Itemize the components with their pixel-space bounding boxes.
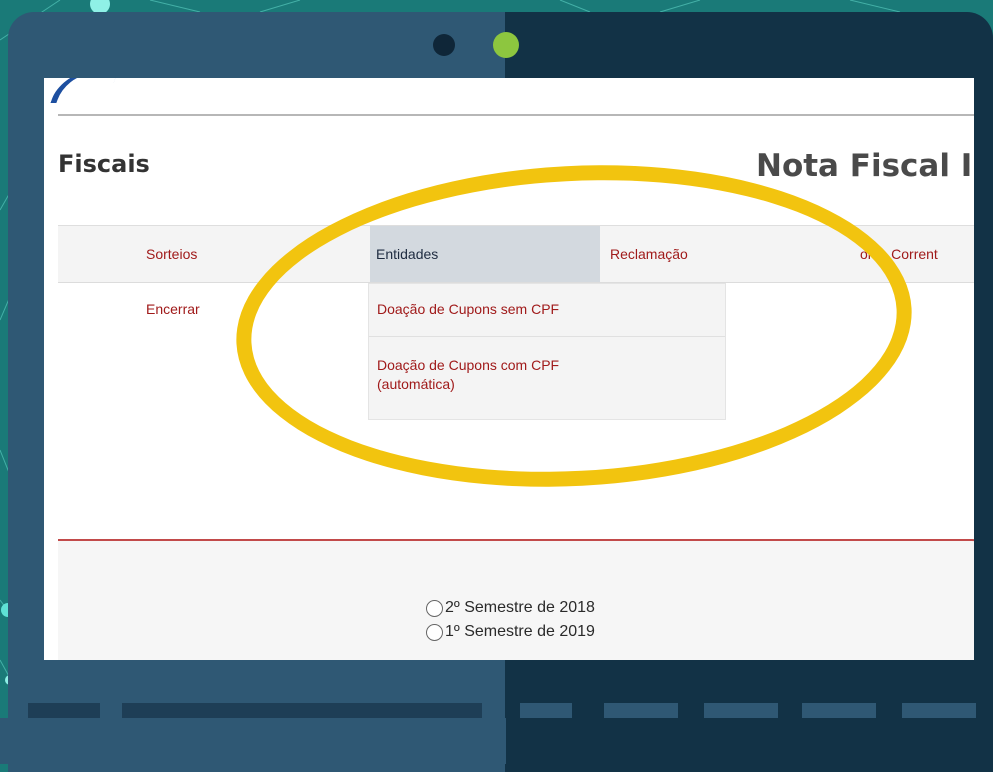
section-title: Fiscais xyxy=(58,150,150,178)
keyboard-key xyxy=(122,703,482,718)
semester-option-row[interactable]: 2º Semestre de 2018 xyxy=(426,599,595,617)
camera-dot xyxy=(433,34,455,56)
semester-selection-panel: 2º Semestre de 2018 1º Semestre de 2019 xyxy=(58,539,974,660)
nav-item-encerrar[interactable]: Encerrar xyxy=(146,283,200,335)
keyboard-key xyxy=(28,703,100,718)
laptop-base xyxy=(0,718,993,764)
semester-option-label: 1º Semestre de 2019 xyxy=(445,623,595,640)
radio-button[interactable] xyxy=(426,599,443,617)
status-light xyxy=(493,32,519,58)
keyboard-key xyxy=(704,703,778,718)
header-divider xyxy=(58,114,974,116)
radio-button[interactable] xyxy=(426,623,443,641)
screenshot-screen: Fiscais Nota Fiscal I Sorteios Entidades… xyxy=(44,78,974,660)
nav-item-sorteios[interactable]: Sorteios xyxy=(146,226,197,282)
logo-mark xyxy=(50,78,118,103)
semester-option-row[interactable]: 1º Semestre de 2019 xyxy=(426,623,595,641)
site-title: Nota Fiscal I xyxy=(756,148,973,184)
keyboard-key xyxy=(604,703,678,718)
highlight-ellipse xyxy=(228,148,920,504)
keyboard-key xyxy=(902,703,976,718)
keyboard-key xyxy=(520,703,572,718)
semester-option-label: 2º Semestre de 2018 xyxy=(445,599,595,616)
keyboard-key xyxy=(802,703,876,718)
